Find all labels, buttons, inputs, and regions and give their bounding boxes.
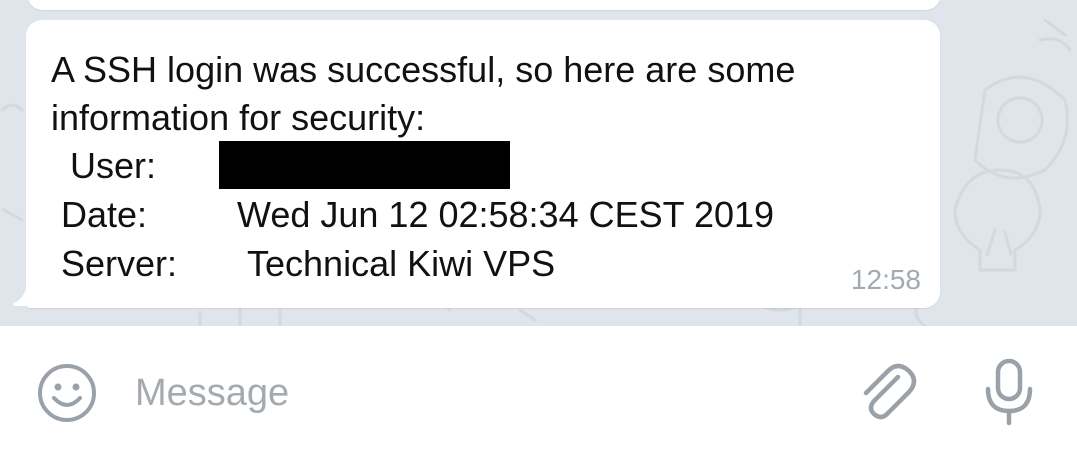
previous-message-bubble <box>28 0 940 10</box>
paperclip-icon[interactable] <box>856 359 922 425</box>
message-line-2: information for security: <box>51 97 426 138</box>
message-timestamp: 12:58 <box>850 264 921 295</box>
message-composer <box>0 326 1077 456</box>
server-label: Server: <box>61 243 178 284</box>
microphone-icon[interactable] <box>980 357 1038 427</box>
date-label: Date: <box>61 194 148 235</box>
date-value: Wed Jun 12 02:58:34 CEST 2019 <box>237 194 775 235</box>
user-label: User: <box>70 145 157 186</box>
message-input[interactable] <box>135 366 815 420</box>
message-bubble[interactable]: A SSH login was successful, so here are … <box>26 20 940 308</box>
chat-area: A SSH login was successful, so here are … <box>0 0 1077 326</box>
redacted-username <box>219 141 510 189</box>
message-line-1: A SSH login was successful, so here are … <box>51 49 796 90</box>
emoji-icon[interactable] <box>36 362 98 424</box>
server-value: Technical Kiwi VPS <box>247 243 556 284</box>
